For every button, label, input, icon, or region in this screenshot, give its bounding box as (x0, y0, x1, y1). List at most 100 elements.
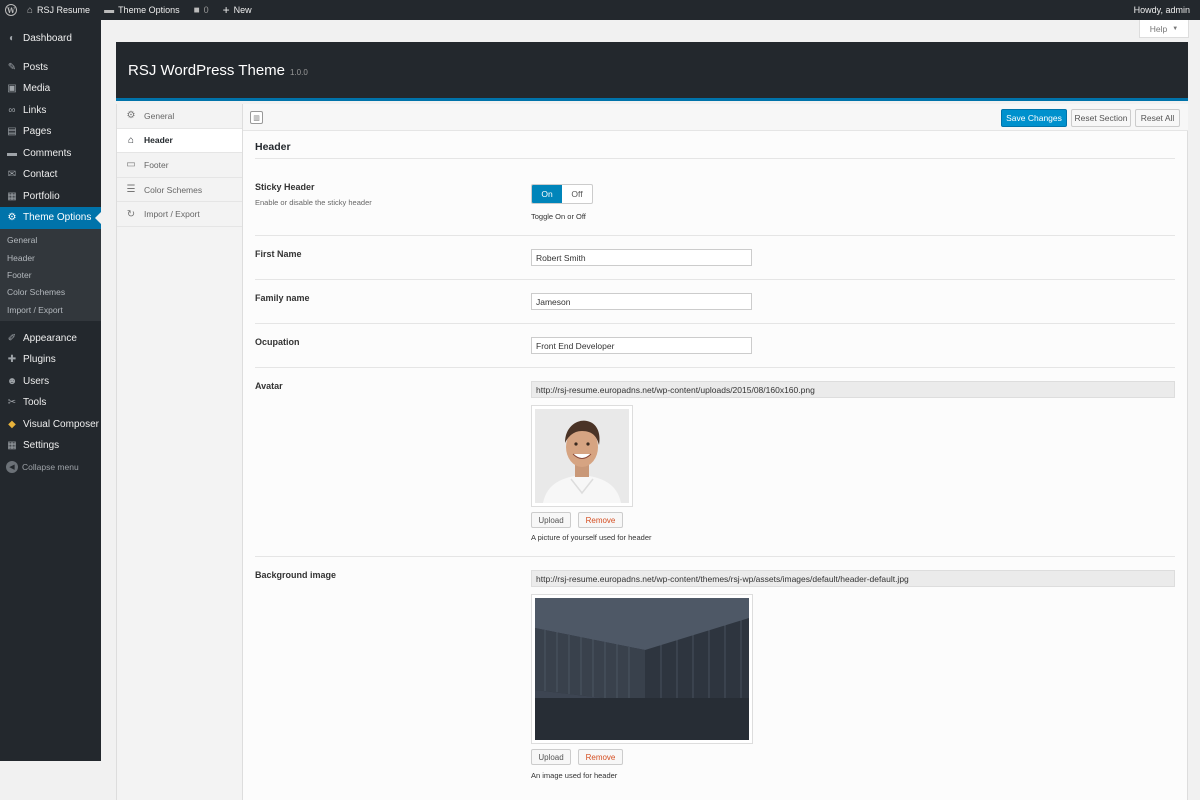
tab-label: Header (144, 135, 173, 146)
panel-version: 1.0.0 (290, 68, 308, 77)
tab-label: Import / Export (144, 209, 200, 220)
expand-options-button[interactable]: ▥ (250, 111, 263, 124)
save-changes-button[interactable]: Save Changes (1001, 109, 1067, 127)
submenu-header[interactable]: Header (0, 249, 101, 266)
menu-label: Settings (23, 440, 60, 452)
background-desc: An image used for header (531, 771, 618, 780)
users-icon: ☻ (6, 375, 18, 387)
link-icon: ∞ (8, 104, 16, 116)
menu-item-appearance[interactable]: ✐ Appearance (0, 327, 101, 349)
family-name-label: Family name (255, 293, 310, 303)
sticky-header-help: Toggle On or Off (531, 212, 586, 221)
collapse-icon: ◀ (6, 461, 18, 474)
first-name-field[interactable]: Robert Smith (531, 249, 752, 266)
occupation-field[interactable]: Front End Developer (531, 337, 752, 354)
sticky-header-toggle[interactable]: On Off (531, 184, 593, 204)
menu-label: Plugins (23, 354, 56, 366)
menu-item-settings[interactable]: ▦ Settings (0, 435, 101, 457)
submenu-color-schemes[interactable]: Color Schemes (0, 284, 101, 301)
menu-label: Media (23, 83, 51, 95)
help-label: Help (1149, 23, 1168, 34)
menu-item-dashboard[interactable]: ◐ Dashboard (0, 28, 101, 50)
menu-item-comments[interactable]: ▬ Comments (0, 143, 101, 165)
menu-label: Users (23, 375, 50, 387)
pages-icon: ▤ (7, 126, 17, 138)
family-name-field[interactable]: Jameson (531, 293, 752, 310)
menu-item-portfolio[interactable]: ▦ Portfolio (0, 186, 101, 208)
pin-icon: ✎ (7, 61, 17, 73)
menu-item-plugins[interactable]: ✚ Plugins (0, 349, 101, 371)
menu-label: Visual Composer (23, 418, 99, 430)
avatar-image (535, 409, 629, 503)
background-preview (531, 594, 753, 744)
panel-title: RSJ WordPress Theme (128, 61, 285, 79)
menu-item-links[interactable]: ∞ Links (0, 100, 101, 122)
avatar-upload-button[interactable]: Upload (531, 512, 571, 528)
comments-link[interactable]: ■ 0 (187, 0, 216, 20)
tab-footer[interactable]: ▭ Footer (117, 153, 242, 178)
brush-icon: ✐ (7, 332, 17, 344)
menu-item-theme-options[interactable]: ⚙ Theme Options (0, 207, 101, 229)
options-sidebar: ⚙ General ⌂ Header ▭ Footer ☰ Color Schemes … (116, 104, 243, 800)
reset-all-button[interactable]: Reset All (1135, 109, 1180, 127)
gear-icon: ⚙ (7, 212, 17, 224)
avatar-url-field[interactable]: http://rsj-resume.europadns.net/wp-conte… (531, 381, 1175, 398)
submenu-general[interactable]: General (0, 232, 101, 249)
avatar-remove-button[interactable]: Remove (578, 512, 623, 528)
background-remove-button[interactable]: Remove (578, 749, 623, 765)
background-url-field[interactable]: http://rsj-resume.europadns.net/wp-conte… (531, 570, 1175, 587)
comments-count: 0 (203, 5, 209, 15)
options-toolbar: ▥ Save Changes Reset Section Reset All (243, 104, 1188, 131)
expand-icon: ▥ (253, 114, 260, 122)
menu-label: Links (23, 104, 47, 116)
dashboard-icon: ◐ (8, 33, 16, 45)
tab-import-export[interactable]: ↻ Import / Export (117, 202, 242, 227)
reset-section-button[interactable]: Reset Section (1071, 109, 1131, 127)
site-name-link[interactable]: ⌂ RSJ Resume (20, 0, 97, 20)
portfolio-icon: ▦ (7, 190, 17, 202)
menu-label: Pages (23, 126, 52, 138)
menu-item-media[interactable]: ▣ Media (0, 78, 101, 100)
list-icon: ☰ (126, 184, 136, 196)
menu-item-posts[interactable]: ✎ Posts (0, 57, 101, 79)
user-account-link[interactable]: Howdy, admin (1127, 0, 1200, 20)
chevron-down-icon: ▼ (1172, 25, 1179, 32)
background-upload-button[interactable]: Upload (531, 749, 571, 765)
menu-label: Contact (23, 169, 58, 181)
tab-label: Color Schemes (144, 184, 203, 195)
collapse-menu-button[interactable]: ◀ Collapse menu (0, 456, 101, 478)
menu-label: Tools (23, 397, 47, 409)
avatar-preview (531, 405, 633, 507)
admin-bar: W ⌂ RSJ Resume ▬ Theme Options ■ 0 + New… (0, 0, 1200, 20)
submenu-import-export[interactable]: Import / Export (0, 301, 101, 318)
toggle-off-button[interactable]: Off (562, 185, 592, 203)
menu-item-tools[interactable]: ✂ Tools (0, 392, 101, 414)
refresh-icon: ↻ (126, 208, 136, 220)
tab-label: General (144, 110, 175, 121)
submenu-footer[interactable]: Footer (0, 266, 101, 283)
tab-header[interactable]: ⌂ Header (117, 128, 242, 154)
menu-item-users[interactable]: ☻ Users (0, 370, 101, 392)
menu-label: Posts (23, 61, 49, 73)
footer-icon: ▭ (126, 159, 136, 171)
tab-color-schemes[interactable]: ☰ Color Schemes (117, 178, 242, 203)
divider (255, 279, 1175, 280)
divider (255, 556, 1175, 557)
toggle-on-button[interactable]: On (532, 185, 562, 203)
wordpress-logo[interactable]: W (0, 0, 20, 20)
menu-label: Dashboard (23, 33, 72, 45)
menu-label: Theme Options (23, 212, 92, 224)
menu-item-contact[interactable]: ✉ Contact (0, 164, 101, 186)
divider (255, 323, 1175, 324)
site-name: RSJ Resume (37, 5, 91, 15)
tab-general[interactable]: ⚙ General (117, 104, 242, 129)
help-tab[interactable]: Help ▼ (1139, 20, 1189, 38)
menu-item-pages[interactable]: ▤ Pages (0, 121, 101, 143)
menu-item-visual-composer[interactable]: ◆ Visual Composer (0, 413, 101, 435)
new-content-link[interactable]: + New (216, 0, 259, 20)
comment-icon: ▬ (7, 147, 17, 159)
theme-options-link[interactable]: ▬ Theme Options (97, 0, 187, 20)
tab-label: Footer (144, 159, 169, 170)
mail-icon: ✉ (7, 169, 17, 181)
greeting: Howdy, admin (1133, 5, 1190, 15)
